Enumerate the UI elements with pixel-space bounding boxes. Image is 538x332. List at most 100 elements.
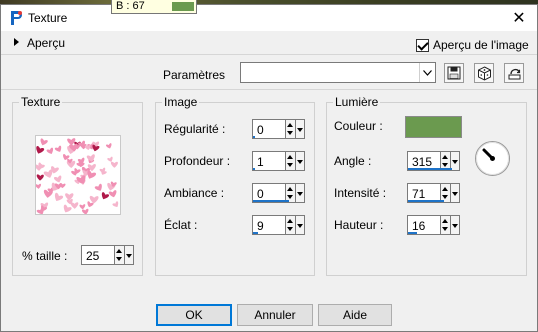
- image-group-title: Image: [162, 95, 200, 109]
- heart-pattern: [105, 143, 112, 149]
- save-preset-icon: [447, 66, 461, 80]
- cancel-button[interactable]: Annuler: [237, 304, 313, 326]
- reset-button[interactable]: [504, 63, 524, 83]
- chevron-down-icon[interactable]: [125, 245, 134, 265]
- close-button[interactable]: ✕: [501, 5, 537, 31]
- value-bar: [253, 200, 289, 202]
- size-spinner[interactable]: 25: [81, 245, 134, 265]
- ok-button[interactable]: OK: [156, 304, 232, 326]
- apercu-label: Aperçu: [27, 36, 66, 50]
- value-bar: [408, 168, 452, 170]
- value-spinner[interactable]: 71: [407, 183, 460, 203]
- spin-arrows-icon[interactable]: [441, 215, 451, 235]
- chevron-down-icon[interactable]: [296, 151, 305, 171]
- heart-pattern: [70, 202, 79, 209]
- value-bar: [408, 200, 444, 202]
- heart-pattern: [36, 174, 44, 181]
- angle-dial[interactable]: [474, 140, 511, 177]
- value-spinner[interactable]: 0: [252, 183, 305, 203]
- heart-pattern: [53, 175, 62, 183]
- spin-arrows-icon[interactable]: [115, 245, 125, 265]
- field-label: Régularité :: [164, 122, 226, 136]
- value-input[interactable]: 1: [252, 151, 286, 171]
- heart-pattern: [112, 201, 119, 208]
- params-combobox[interactable]: [240, 62, 436, 83]
- divider: [1, 89, 537, 90]
- color-label: Couleur :: [334, 119, 383, 133]
- tooltip-color-swatch: [172, 2, 194, 11]
- value-input[interactable]: 0: [252, 119, 286, 139]
- heart-pattern: [81, 208, 89, 215]
- chevron-down-icon[interactable]: [419, 63, 435, 82]
- value-spinner[interactable]: 315: [407, 151, 460, 171]
- reset-icon: [508, 68, 520, 79]
- close-icon: ✕: [512, 10, 526, 27]
- help-button[interactable]: Aide: [318, 304, 392, 326]
- value-bar: [408, 232, 417, 234]
- heart-pattern: [89, 195, 99, 204]
- heart-pattern: [94, 183, 102, 191]
- heart-pattern: [40, 138, 48, 146]
- random-dice-icon: [477, 65, 491, 81]
- chevron-down-icon[interactable]: [296, 215, 305, 235]
- heart-pattern: [46, 147, 54, 154]
- checkbox-checked-icon[interactable]: [416, 38, 429, 52]
- heart-pattern: [108, 190, 117, 198]
- chevron-down-icon[interactable]: [451, 151, 460, 171]
- paintshop-icon: [11, 11, 22, 25]
- heart-pattern: [54, 145, 62, 152]
- field-label: Ambiance :: [164, 186, 225, 200]
- image-preview-checkbox[interactable]: Aperçu de l'image: [416, 38, 529, 52]
- value-bar: [253, 168, 255, 170]
- value-bar: [253, 232, 258, 234]
- title-bar: Texture ✕: [1, 5, 537, 31]
- cancel-label: Annuler: [254, 308, 296, 322]
- color-tooltip: B : 67: [111, 0, 197, 14]
- value-spinner[interactable]: 16: [407, 215, 460, 235]
- chevron-down-icon[interactable]: [296, 183, 305, 203]
- save-preset-button[interactable]: [444, 63, 464, 83]
- value-spinner[interactable]: 9: [252, 215, 305, 235]
- heart-pattern: [63, 204, 72, 213]
- texture-thumbnail: [34, 138, 119, 215]
- field-label: Intensité :: [334, 186, 387, 200]
- heart-pattern: [86, 154, 95, 162]
- heart-pattern: [36, 145, 45, 154]
- random-button[interactable]: [474, 63, 494, 83]
- heart-pattern: [43, 189, 53, 198]
- heart-pattern: [67, 138, 76, 146]
- params-label: Paramètres: [163, 68, 226, 82]
- value-bar: [253, 136, 255, 138]
- light-color-swatch[interactable]: [405, 116, 462, 138]
- heart-pattern: [35, 183, 42, 189]
- texture-dialog: Texture ✕ Aperçu Aperçu de l'image Param…: [0, 4, 538, 332]
- field-label: Éclat :: [164, 218, 198, 232]
- field-label: Profondeur :: [164, 154, 231, 168]
- heart-pattern: [107, 156, 113, 162]
- value-spinner[interactable]: 0: [252, 119, 305, 139]
- spin-arrows-icon[interactable]: [286, 151, 296, 171]
- heart-pattern: [79, 204, 86, 210]
- heart-pattern: [110, 161, 118, 168]
- apercu-expander[interactable]: Aperçu: [14, 36, 65, 50]
- texture-group-title: Texture: [19, 95, 63, 109]
- value-spinner[interactable]: 1: [252, 151, 305, 171]
- field-label: Hauteur :: [334, 218, 384, 232]
- window-title: Texture: [28, 11, 68, 25]
- image-preview-label: Aperçu de l'image: [433, 38, 529, 52]
- expand-triangle-icon: [14, 38, 19, 46]
- heart-pattern: [54, 192, 64, 201]
- heart-pattern: [101, 192, 110, 200]
- chevron-down-icon[interactable]: [451, 215, 460, 235]
- tooltip-text: B : 67: [116, 0, 145, 12]
- field-label: Angle :: [334, 154, 372, 168]
- size-input[interactable]: 25: [81, 245, 115, 265]
- spin-arrows-icon[interactable]: [286, 215, 296, 235]
- divider: [1, 54, 537, 55]
- spin-arrows-icon[interactable]: [286, 119, 296, 139]
- chevron-down-icon[interactable]: [451, 183, 460, 203]
- texture-preview[interactable]: [34, 135, 121, 215]
- lumiere-group-title: Lumière: [333, 95, 381, 109]
- chevron-down-icon[interactable]: [296, 119, 305, 139]
- help-label: Aide: [342, 308, 368, 322]
